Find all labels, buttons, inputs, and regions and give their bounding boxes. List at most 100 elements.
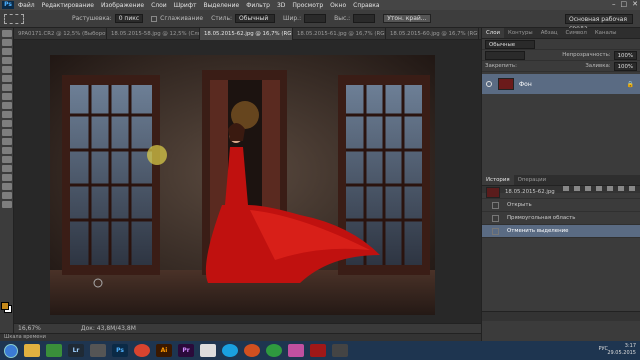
lasso-tool-icon[interactable] [2,48,12,55]
quick-select-tool-icon[interactable] [2,57,12,64]
zoom-tool-icon[interactable] [2,201,12,208]
menu-filter[interactable]: Фильтр [246,2,270,9]
antivirus-icon[interactable] [310,344,326,357]
snapshot-label: 18.05.2015-62.jpg [505,189,555,195]
tab-document-2[interactable]: 18.05.2015-58.jpg @ 12,5% (Слой 0, RGB/.… [107,28,200,40]
eraser-tool-icon[interactable] [2,120,12,127]
tab-paths[interactable]: Контуры [504,28,537,38]
lock-icon: 🔒 [626,80,634,88]
timeline-panel[interactable]: Шкала времени [0,333,481,341]
camera-icon[interactable] [332,344,348,357]
pen-tool-icon[interactable] [2,156,12,163]
height-input[interactable] [353,14,376,23]
maximize-icon[interactable]: □ [621,0,628,8]
tab-document-4[interactable]: 18.05.2015-61.jpg @ 16,7% (RGB/8... [293,28,386,40]
feather-input[interactable]: 0 пикс [114,14,144,23]
history-snapshot[interactable]: 18.05.2015-62.jpg [482,186,640,199]
tools-panel [0,28,14,340]
blur-tool-icon[interactable] [2,138,12,145]
menu-window[interactable]: Окно [330,2,346,9]
history-item[interactable]: Прямоугольная область [482,212,640,225]
tab-document-active[interactable]: 18.05.2015-62.jpg @ 16,7% (RGB/8) [200,28,293,40]
skype-icon[interactable] [222,344,238,357]
paint-icon[interactable] [288,344,304,357]
clock-date[interactable]: 29.05.2015 [607,350,636,357]
opacity-input[interactable]: 100% [613,50,637,60]
shape-tool-icon[interactable] [2,183,12,190]
close-icon[interactable]: ✕ [632,0,638,8]
marquee-tool-icon[interactable] [4,13,24,24]
tab-paragraph[interactable]: Абзац [537,28,562,38]
move-tool-icon[interactable] [2,30,12,37]
browser-icon[interactable] [266,344,282,357]
crop-tool-icon[interactable] [2,66,12,73]
clock-time[interactable]: 3:17 [607,343,636,350]
tab-character[interactable]: Символ [562,28,591,38]
menu-select[interactable]: Выделение [203,2,239,9]
snapshot-thumbnail [486,186,500,198]
style-select[interactable]: Обычный [235,14,276,23]
clone-stamp-tool-icon[interactable] [2,102,12,109]
media-player-icon[interactable] [46,344,62,357]
explorer-icon[interactable] [24,344,40,357]
tab-document-1[interactable]: 9PA0171.CR2 @ 12,5% (Выборочная кор... [14,28,107,40]
width-label: Шир.: [283,15,302,22]
history-panel-tabs: История Операции [482,175,640,186]
premiere-icon[interactable]: Pr [178,344,194,357]
tab-history[interactable]: История [482,175,514,185]
fill-input[interactable]: 100% [613,61,637,71]
zoom-level[interactable]: 16,67% [18,325,41,332]
antialias-label: Сглаживание [160,15,204,22]
gradient-tool-icon[interactable] [2,129,12,136]
menu-type[interactable]: Шрифт [174,2,197,9]
marquee-tool-icon[interactable] [2,39,12,46]
blend-mode-select[interactable] [485,50,525,60]
history-item-selected[interactable]: Отменить выделение [482,225,640,238]
tab-document-5[interactable]: 18.05.2015-60.jpg @ 16,7% (RGB/8... [386,28,479,40]
tab-actions[interactable]: Операции [514,175,551,185]
history-item[interactable]: Открыть [482,199,640,212]
brush-tool-icon[interactable] [2,93,12,100]
lightroom-icon[interactable]: Lr [68,344,84,357]
fill-label: Заливка: [585,63,611,69]
options-bar: Растушевка: 0 пикс Сглаживание Стиль: Об… [0,10,640,32]
photoshop-icon[interactable]: Ps [112,344,128,357]
notes-icon[interactable] [200,344,216,357]
menu-view[interactable]: Просмотр [292,2,323,9]
eye-icon[interactable] [486,81,492,87]
width-input[interactable] [304,14,327,23]
menu-layers[interactable]: Слои [151,2,167,9]
dodge-tool-icon[interactable] [2,147,12,154]
menu-bar: Ps Файл Редактирование Изображение Слои … [0,0,640,10]
tab-layers[interactable]: Слои [482,28,505,38]
history-brush-tool-icon[interactable] [2,111,12,118]
path-select-tool-icon[interactable] [2,174,12,181]
antialias-checkbox[interactable] [151,15,158,22]
history-item-label: Прямоугольная область [507,215,576,221]
layer-row-background[interactable]: Фон 🔒 [482,74,640,94]
eyedropper-tool-icon[interactable] [2,75,12,82]
layer-kind-select[interactable]: Обычные [485,39,535,49]
menu-file[interactable]: Файл [18,2,35,9]
type-tool-icon[interactable] [2,165,12,172]
layer-name: Фон [519,80,532,88]
menu-image[interactable]: Изображение [101,2,144,9]
healing-tool-icon[interactable] [2,84,12,91]
minimize-icon[interactable]: – [612,0,616,8]
menu-edit[interactable]: Редактирование [42,2,94,9]
start-button-icon[interactable] [4,343,18,358]
workspace-select[interactable]: Основная рабочая среда [565,14,633,32]
document-photo[interactable] [50,55,435,315]
file-manager-icon[interactable] [90,344,106,357]
menu-3d[interactable]: 3D [277,2,285,9]
media-icon[interactable] [244,344,260,357]
illustrator-icon[interactable]: Ai [156,344,172,357]
tab-channels[interactable]: Каналы [591,28,621,38]
language-indicator[interactable]: РУС [598,346,608,353]
refine-edge-button[interactable]: Утон. край... [383,14,431,23]
foreground-color-swatch[interactable] [1,302,9,310]
menu-help[interactable]: Справка [353,2,379,9]
canvas-area[interactable] [14,40,481,323]
chrome-icon[interactable] [134,344,150,357]
hand-tool-icon[interactable] [2,192,12,199]
